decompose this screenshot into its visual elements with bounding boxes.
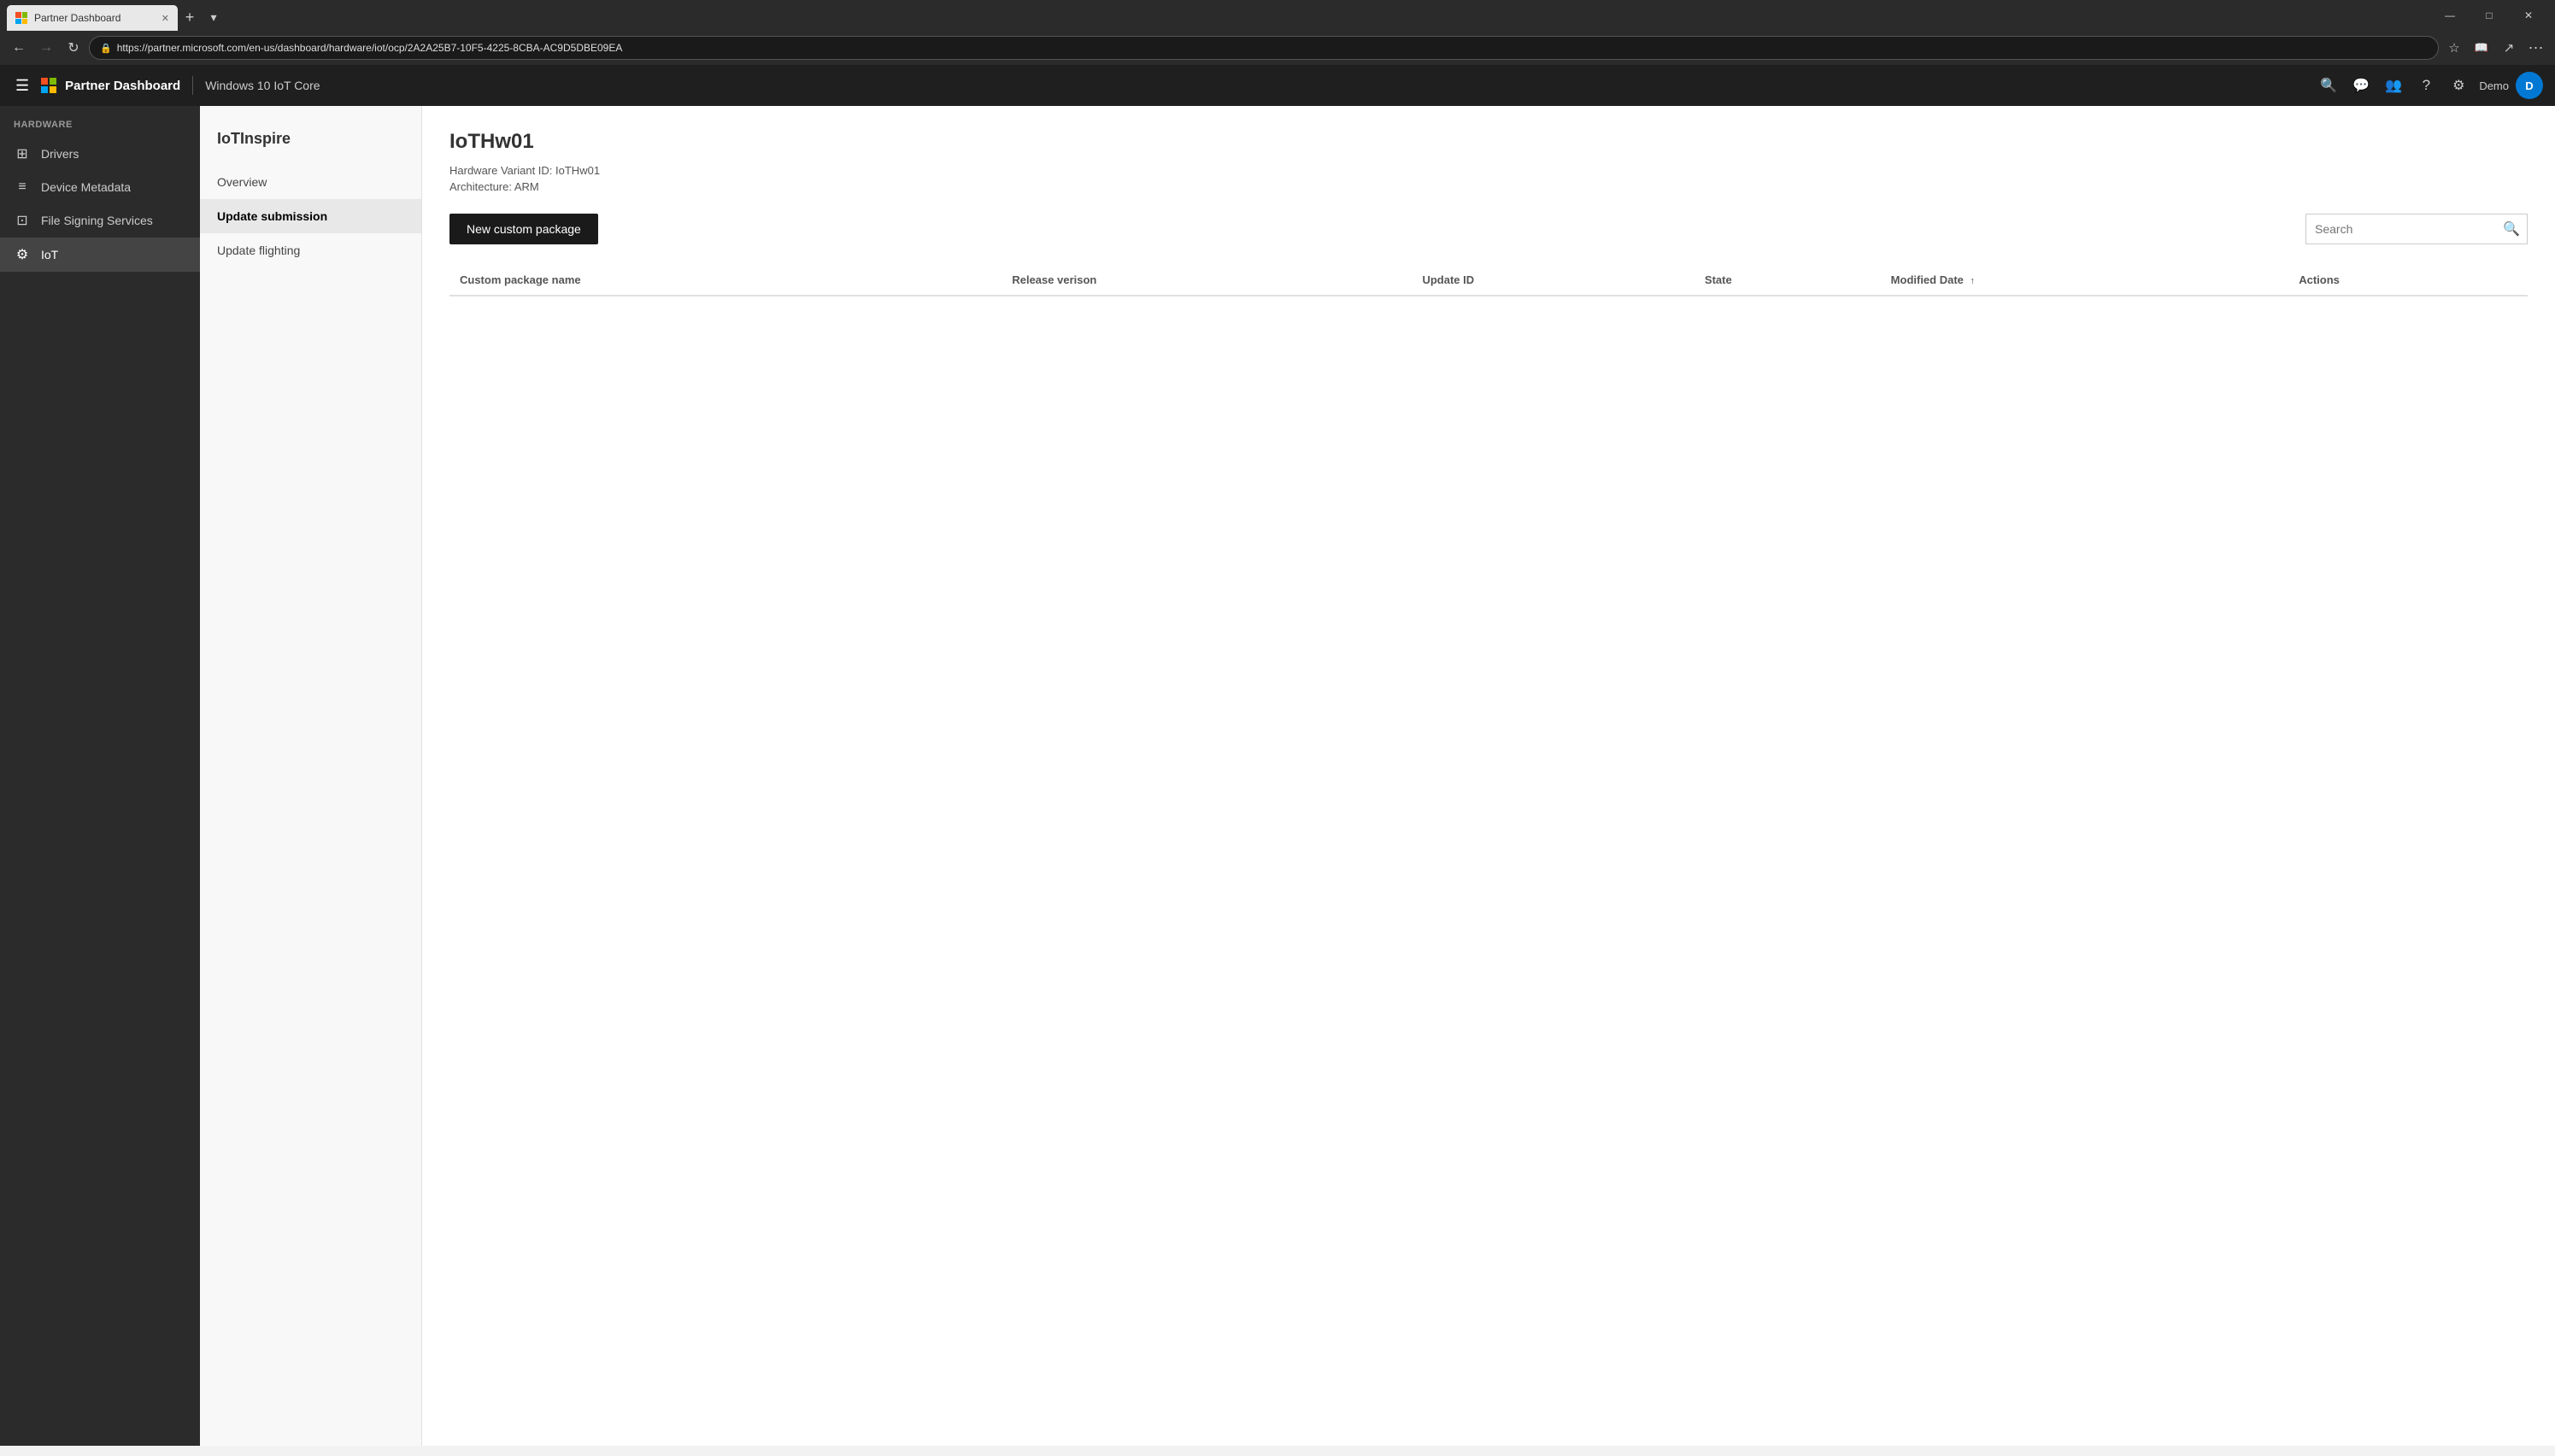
active-tab[interactable]: Partner Dashboard ✕	[7, 5, 178, 31]
sub-nav-title: IoTInspire	[200, 106, 421, 165]
ms-logo	[41, 78, 56, 93]
nav-divider	[192, 76, 193, 95]
search-box: 🔍	[2305, 214, 2528, 244]
app-title: Partner Dashboard	[65, 79, 180, 93]
close-tab-icon[interactable]: ✕	[162, 13, 169, 24]
lock-icon: 🔒	[100, 43, 112, 54]
forward-button[interactable]: →	[34, 36, 58, 60]
share-icon[interactable]: ↗	[2497, 36, 2521, 60]
tab-favicon	[15, 12, 27, 24]
chat-nav-button[interactable]: 💬	[2346, 70, 2376, 101]
sub-nav: IoTInspire Overview Update submission Up…	[200, 106, 422, 1446]
tab-bar: Partner Dashboard ✕ + ▾	[7, 0, 2427, 31]
sidebar-item-drivers[interactable]: ⊞ Drivers	[0, 137, 200, 171]
tab-dropdown-button[interactable]: ▾	[202, 5, 226, 29]
col-header-modified[interactable]: Modified Date ↑	[1881, 265, 2289, 296]
page-content: IoTHw01 Hardware Variant ID: IoTHw01 Arc…	[422, 106, 2555, 1446]
subnav-item-label: Overview	[217, 175, 267, 189]
toolbar-row: New custom package 🔍	[449, 214, 2528, 244]
sidebar-item-label: Device Metadata	[41, 180, 131, 194]
file-signing-icon: ⊡	[14, 212, 31, 229]
window-controls: — □ ✕	[2430, 2, 2548, 29]
sort-arrow-icon: ↑	[1971, 276, 1976, 286]
subnav-item-label: Update flighting	[217, 244, 300, 257]
col-modified-label: Modified Date	[1891, 273, 1964, 286]
device-metadata-icon: ≡	[14, 179, 31, 195]
url-text: https://partner.microsoft.com/en-us/dash…	[117, 42, 623, 54]
user-label[interactable]: Demo	[2479, 79, 2509, 92]
drivers-icon: ⊞	[14, 145, 31, 162]
sidebar-section-label: HARDWARE	[0, 106, 200, 137]
new-custom-package-button[interactable]: New custom package	[449, 214, 598, 244]
user-avatar[interactable]: D	[2516, 72, 2543, 99]
col-header-release: Release verison	[1001, 265, 1412, 296]
restore-button[interactable]: □	[2470, 2, 2509, 29]
col-header-name: Custom package name	[449, 265, 1001, 296]
users-nav-button[interactable]: 👥	[2378, 70, 2409, 101]
new-tab-button[interactable]: +	[178, 5, 202, 29]
col-header-update-id: Update ID	[1412, 265, 1694, 296]
sidebar-item-label: IoT	[41, 248, 58, 261]
sidebar-item-label: Drivers	[41, 147, 79, 161]
sidebar-item-iot[interactable]: ⚙ IoT	[0, 238, 200, 272]
architecture-label: Architecture: ARM	[449, 180, 2528, 193]
sidebar-item-device-metadata[interactable]: ≡ Device Metadata	[0, 171, 200, 203]
iot-icon: ⚙	[14, 246, 31, 263]
subnav-item-update-submission[interactable]: Update submission	[200, 199, 421, 233]
back-button[interactable]: ←	[7, 36, 31, 60]
variant-id-label: Hardware Variant ID: IoTHw01	[449, 164, 2528, 177]
sidebar-item-file-signing[interactable]: ⊡ File Signing Services	[0, 203, 200, 238]
search-icon-button[interactable]: 🔍	[2496, 214, 2527, 244]
search-input[interactable]	[2306, 222, 2496, 236]
sidebar: HARDWARE ⊞ Drivers ≡ Device Metadata ⊡ F…	[0, 106, 200, 1446]
refresh-button[interactable]: ↻	[62, 36, 85, 60]
subnav-item-label: Update submission	[217, 209, 327, 223]
close-button[interactable]: ✕	[2509, 2, 2548, 29]
reading-view-icon[interactable]: 📖	[2470, 36, 2493, 60]
address-bar-row: ← → ↻ 🔒 https://partner.microsoft.com/en…	[0, 31, 2555, 65]
subnav-item-overview[interactable]: Overview	[200, 165, 421, 199]
page-title: IoTHw01	[449, 130, 2528, 154]
nav-subtitle: Windows 10 IoT Core	[205, 79, 320, 92]
settings-nav-button[interactable]: ⚙	[2443, 70, 2474, 101]
minimize-button[interactable]: —	[2430, 2, 2470, 29]
col-header-state: State	[1695, 265, 1881, 296]
col-header-actions: Actions	[2288, 265, 2528, 296]
address-bar[interactable]: 🔒 https://partner.microsoft.com/en-us/da…	[89, 36, 2439, 60]
favorites-icon[interactable]: ☆	[2442, 36, 2466, 60]
subnav-item-update-flighting[interactable]: Update flighting	[200, 233, 421, 267]
data-table: Custom package name Release verison Upda…	[449, 265, 2528, 296]
top-nav: ☰ Partner Dashboard Windows 10 IoT Core …	[0, 65, 2555, 106]
hamburger-menu[interactable]: ☰	[12, 73, 32, 98]
search-nav-button[interactable]: 🔍	[2313, 70, 2344, 101]
sidebar-item-label: File Signing Services	[41, 214, 153, 227]
more-button[interactable]: ⋯	[2524, 36, 2548, 60]
tab-title: Partner Dashboard	[34, 12, 120, 24]
help-nav-button[interactable]: ?	[2411, 70, 2441, 101]
